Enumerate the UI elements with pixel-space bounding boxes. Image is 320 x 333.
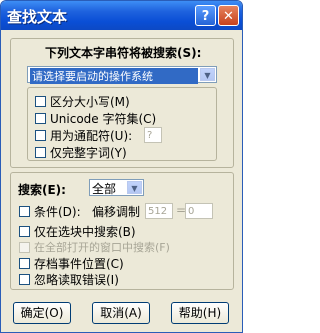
wildcard-checkbox[interactable] — [35, 130, 46, 141]
match-case-label: 区分大小写(M) — [50, 95, 130, 109]
search-direction-value: 全部 — [92, 182, 117, 196]
save-position-checkbox[interactable] — [19, 258, 30, 269]
wildcard-label: 用为通配符(U): — [50, 129, 133, 143]
unicode-label: Unicode 字符集(C) — [50, 112, 157, 126]
offset-input[interactable]: 512 — [145, 203, 173, 219]
condition-checkbox[interactable] — [19, 206, 30, 217]
close-icon[interactable]: ✕ — [218, 5, 239, 26]
ignore-errors-checkbox[interactable] — [19, 274, 30, 285]
find-text-combo[interactable]: 请选择要启动的操作系统 ▼ — [27, 66, 217, 84]
all-windows-label: 在全部打开的窗口中搜索(F) — [34, 241, 170, 254]
save-position-label: 存档事件位置(C) — [34, 257, 124, 271]
search-direction-label: 搜索(E): — [18, 183, 66, 197]
selection-only-checkbox[interactable] — [19, 226, 30, 237]
find-text-label: 下列文本字串符将被搜索(S): — [45, 46, 202, 60]
chevron-down-icon[interactable]: ▼ — [200, 68, 215, 81]
match-case-checkbox[interactable] — [35, 96, 46, 107]
search-direction-select[interactable]: 全部 ▼ — [89, 179, 144, 196]
dialog-title: 查找文本 — [7, 8, 68, 26]
title-bar[interactable]: 查找文本 ? ✕ — [1, 1, 242, 30]
ok-button[interactable]: 确定(O) — [13, 302, 71, 324]
whole-word-checkbox[interactable] — [35, 147, 46, 158]
offset-label: 偏移调制 — [92, 205, 141, 219]
cancel-button[interactable]: 取消(A) — [92, 302, 150, 324]
whole-word-label: 仅完整字词(Y) — [50, 146, 127, 160]
help-icon[interactable]: ? — [195, 5, 216, 26]
selection-only-label: 仅在选块中搜索(B) — [34, 225, 136, 239]
help-button[interactable]: 帮助(H) — [171, 302, 229, 324]
ignore-errors-label: 忽略读取错误(I) — [34, 273, 119, 287]
find-text-dialog: 查找文本 ? ✕ 下列文本字串符将被搜索(S): 请选择要启动的操作系统 ▼ 区… — [0, 0, 243, 333]
chevron-down-icon[interactable]: ▼ — [127, 181, 142, 194]
unicode-checkbox[interactable] — [35, 113, 46, 124]
offset-result-input[interactable]: 0 — [185, 203, 213, 219]
all-windows-checkbox — [19, 242, 30, 253]
condition-label: 条件(D): — [34, 205, 81, 219]
wildcard-input[interactable]: ? — [144, 127, 162, 143]
find-text-value: 请选择要启动的操作系统 — [30, 68, 198, 84]
